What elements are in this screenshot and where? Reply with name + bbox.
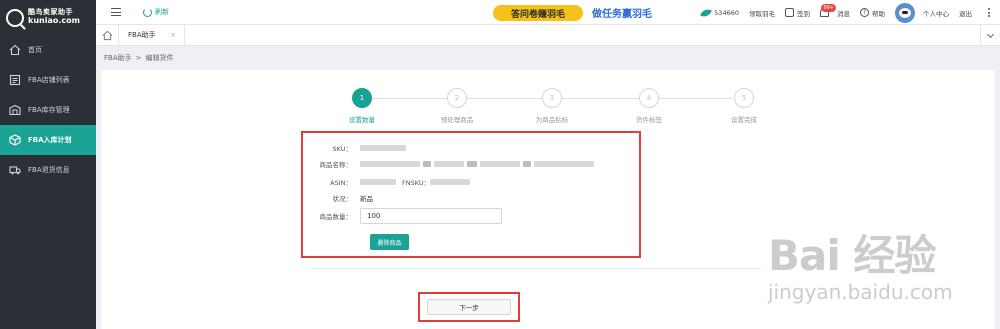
task-banner[interactable]: 做任务赢羽毛: [592, 3, 660, 21]
sidebar-item-label: FBA退货信息: [28, 166, 70, 174]
asin-value-redacted: [360, 179, 396, 185]
sidebar-item-label: FBA库存管理: [28, 106, 70, 114]
delete-product-button[interactable]: 删除商品: [370, 234, 409, 250]
avatar[interactable]: [895, 2, 915, 23]
status-value: 新品: [360, 195, 373, 203]
sidebar-item-inventory[interactable]: FBA库存管理: [0, 95, 96, 125]
sidebar-item-home[interactable]: 首页: [0, 35, 96, 65]
breadcrumb: FBA助手 > 编辑货件: [96, 46, 1000, 70]
breadcrumb-current: 编辑货件: [145, 54, 174, 62]
messages-button[interactable]: 99+ 消息: [820, 4, 850, 18]
tab-bar: FBA助手 ×: [96, 25, 1000, 46]
claim-feather-link[interactable]: 领取羽毛: [749, 8, 775, 18]
cube-icon: [9, 134, 21, 146]
qty-row: 商品数量：: [303, 208, 502, 224]
help-icon: ?: [860, 8, 869, 17]
name-value-redacted: [360, 161, 420, 167]
logo[interactable]: 酷鸟卖家助手 kuniao.com: [0, 0, 96, 35]
logo-domain: kuniao.com: [28, 15, 80, 25]
step-2: 2 预处理商品: [417, 88, 497, 124]
next-step-button[interactable]: 下一步: [427, 299, 511, 315]
store-list-icon: [9, 74, 21, 86]
fnsku-value-redacted: [430, 179, 471, 185]
sidebar: 酷鸟卖家助手 kuniao.com 首页 FBA店铺列表 FBA库存管理 FBA…: [0, 0, 96, 329]
more-vertical-icon[interactable]: [988, 8, 990, 17]
feather-balance[interactable]: 534660: [700, 6, 739, 19]
step-5: 5 设置完成: [704, 88, 784, 124]
name-row: 商品名称：: [303, 159, 594, 169]
refresh-icon: [143, 7, 152, 17]
tab-fba-assistant[interactable]: FBA助手 ×: [119, 25, 185, 45]
sidebar-item-inbound-plan[interactable]: FBA入库计划: [0, 125, 96, 155]
status-row: 状况： 新品: [332, 195, 374, 203]
next-highlight-box: 下一步: [418, 292, 520, 322]
breadcrumb-root[interactable]: FBA助手: [104, 53, 132, 63]
help-button[interactable]: ? 帮助: [860, 8, 885, 18]
logo-search-icon: [6, 8, 24, 27]
product-form: SKU： 商品名称： ASIN： FNSKU： 状况： 新品 商品数量： 删: [301, 131, 641, 258]
home-outline-icon: [102, 30, 112, 40]
quantity-input[interactable]: [360, 208, 502, 224]
tab-dropdown-chevron-icon[interactable]: [980, 25, 1000, 46]
sidebar-item-label: FBA店铺列表: [28, 76, 70, 84]
divider: [311, 268, 761, 269]
bell-icon: 99+: [820, 4, 836, 17]
home-tab[interactable]: [96, 25, 119, 45]
feather-icon: [700, 6, 713, 19]
inventory-icon: [9, 104, 21, 116]
checkin-button[interactable]: 签到: [785, 8, 810, 18]
calendar-icon: [785, 8, 794, 17]
sku-value-redacted: [360, 145, 406, 151]
refresh-button[interactable]: 刷新: [143, 7, 169, 17]
return-truck-icon: [9, 164, 21, 176]
watermark: Bai 经验 jingyan.baidu.com: [768, 231, 953, 304]
menu-toggle-icon[interactable]: [111, 8, 121, 16]
user-center-link[interactable]: 个人中心: [923, 8, 949, 18]
logout-link[interactable]: 退出: [959, 8, 972, 18]
sidebar-item-label: 首页: [28, 46, 42, 54]
step-4: 4 货件标签: [609, 88, 689, 124]
sidebar-item-label: FBA入库计划: [28, 136, 72, 144]
step-1: 1 设置数量: [322, 88, 402, 124]
tab-close-icon[interactable]: ×: [170, 31, 176, 39]
message-badge: 99+: [821, 4, 836, 12]
home-icon: [9, 44, 21, 56]
sidebar-item-store-list[interactable]: FBA店铺列表: [0, 65, 96, 95]
sidebar-item-returns[interactable]: FBA退货信息: [0, 155, 96, 185]
survey-banner[interactable]: 答问卷赚羽毛: [493, 5, 583, 21]
top-header: 刷新 答问卷赚羽毛 做任务赢羽毛 534660 领取羽毛 签到 99+ 消息 ?…: [96, 0, 1000, 25]
asin-row: ASIN： FNSKU：: [303, 177, 471, 187]
sku-row: SKU：: [303, 143, 406, 153]
step-3: 3 为商品贴标: [512, 88, 592, 124]
